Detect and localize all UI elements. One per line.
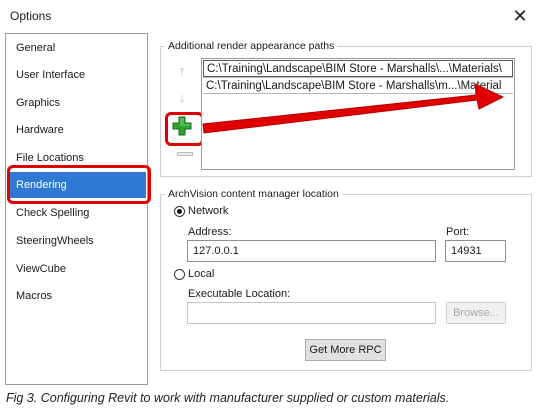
options-dialog: Options ✕ General User Interface Graphic… xyxy=(0,0,542,388)
arrow-up-icon[interactable]: ↑ xyxy=(172,62,192,80)
archvision-group-label: ArchVision content manager location xyxy=(165,188,342,200)
list-item[interactable]: C:\Training\Landscape\BIM Store - Marsha… xyxy=(203,60,513,77)
address-label: Address: xyxy=(188,226,232,238)
network-radio-label: Network xyxy=(188,205,229,217)
sidebar-item-general[interactable]: General xyxy=(7,35,146,61)
executable-location-field[interactable] xyxy=(187,302,436,324)
port-label: Port: xyxy=(446,226,470,238)
sidebar-item-graphics[interactable]: Graphics xyxy=(7,90,146,116)
port-field[interactable]: 14931 xyxy=(445,240,506,262)
sidebar-item-check-spelling[interactable]: Check Spelling xyxy=(7,200,146,226)
title-bar: Options ✕ xyxy=(0,0,542,32)
sidebar-item-macros[interactable]: Macros xyxy=(7,283,146,309)
arrow-down-icon[interactable]: ↓ xyxy=(172,89,192,107)
local-radio-label: Local xyxy=(188,268,215,280)
close-icon[interactable]: ✕ xyxy=(508,4,532,28)
executable-location-label: Executable Location: xyxy=(188,288,291,300)
network-radio[interactable]: Network xyxy=(174,203,228,219)
render-paths-list[interactable]: C:\Training\Landscape\BIM Store - Marsha… xyxy=(201,58,515,170)
sidebar-item-hardware[interactable]: Hardware xyxy=(7,117,146,143)
browse-button[interactable]: Browse... xyxy=(446,302,506,324)
minus-icon[interactable] xyxy=(177,152,193,156)
figure-caption: Fig 3. Configuring Revit to work with ma… xyxy=(6,391,450,405)
local-radio[interactable]: Local xyxy=(174,266,214,282)
get-more-rpc-button[interactable]: Get More RPC xyxy=(305,339,386,361)
sidebar-item-user-interface[interactable]: User Interface xyxy=(7,62,146,88)
sidebar-item-rendering[interactable]: Rendering xyxy=(7,172,146,198)
radio-checked-icon[interactable] xyxy=(174,205,185,217)
sidebar-item-file-locations[interactable]: File Locations xyxy=(7,145,146,171)
list-item[interactable]: C:\Training\Landscape\BIM Store - Marsha… xyxy=(203,77,513,94)
sidebar-item-viewcube[interactable]: ViewCube xyxy=(7,256,146,282)
radio-unchecked-icon[interactable] xyxy=(174,268,185,280)
dialog-title: Options xyxy=(10,9,52,23)
address-field[interactable]: 127.0.0.1 xyxy=(187,240,436,262)
sidebar-item-steeringwheels[interactable]: SteeringWheels xyxy=(7,228,146,254)
render-paths-group-label: Additional render appearance paths xyxy=(165,40,338,52)
options-sidebar: General User Interface Graphics Hardware… xyxy=(5,33,148,385)
plus-icon[interactable] xyxy=(171,115,193,137)
